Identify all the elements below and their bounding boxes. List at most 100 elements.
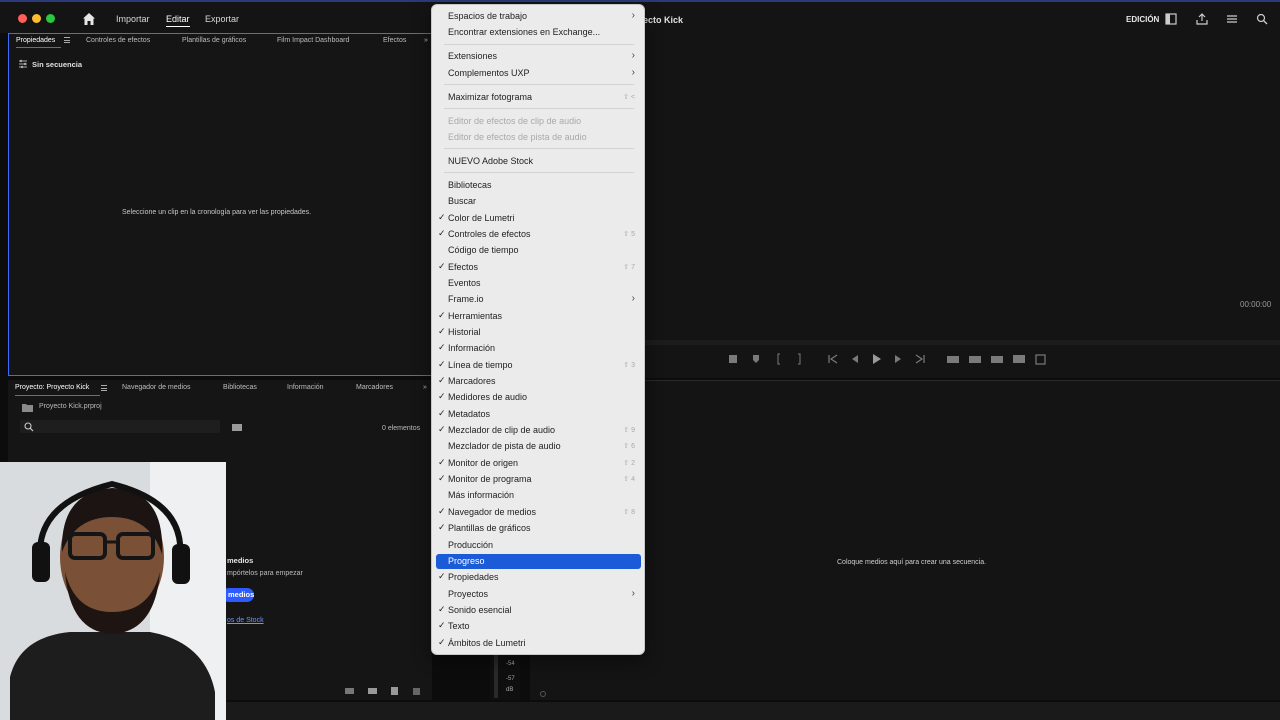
checkmark-icon: ✓ xyxy=(438,603,446,614)
project-tab-underline xyxy=(15,395,100,396)
minimize-window-icon[interactable] xyxy=(32,14,41,23)
menu-item-label: Código de tiempo xyxy=(448,245,519,256)
menu-item[interactable]: Complementos UXP › xyxy=(436,66,641,81)
menu-shortcut: ⇧ 8 xyxy=(623,508,635,516)
menu-item-label: Producción xyxy=(448,539,494,550)
tab-info[interactable]: Información xyxy=(287,384,324,391)
menu-shortcut: ⇧ 2 xyxy=(623,459,635,467)
menu-item[interactable]: ✓ Controles de efectos ⇧ 5 xyxy=(436,227,641,242)
menu-item[interactable]: Espacios de trabajo › xyxy=(436,9,641,24)
close-window-icon[interactable] xyxy=(18,14,27,23)
menu-item[interactable]: ✓ Metadatos xyxy=(436,407,641,422)
menu-item[interactable]: NUEVO Adobe Stock xyxy=(436,154,641,169)
menu-item-label: Metadatos xyxy=(448,408,491,419)
menu-lines-icon[interactable] xyxy=(1226,13,1238,25)
menu-item-label: Color de Lumetri xyxy=(448,212,515,223)
menu-item[interactable]: ✓ Navegador de medios ⇧ 8 xyxy=(436,505,641,520)
item-count: 0 elementos xyxy=(382,425,421,432)
tab-project[interactable]: Proyecto: Proyecto Kick xyxy=(15,384,89,391)
menu-item[interactable]: Maximizar fotograma ⇧ < xyxy=(436,90,641,105)
menu-item[interactable]: Bibliotecas xyxy=(436,178,641,193)
menu-item[interactable]: ✓ Monitor de programa ⇧ 4 xyxy=(436,472,641,487)
menu-item[interactable]: Más información xyxy=(436,488,641,503)
timeline-zoom-handle[interactable] xyxy=(540,691,546,697)
menu-item-label: NUEVO Adobe Stock xyxy=(448,155,534,166)
menu-item[interactable]: ✓ Ámbitos de Lumetri xyxy=(436,636,641,651)
panel-layout-icon[interactable] xyxy=(1165,13,1177,25)
project-more-tabs-icon[interactable]: » xyxy=(423,384,427,391)
menu-item-label: Línea de tiempo xyxy=(448,359,513,370)
search-input[interactable] xyxy=(20,420,220,433)
menu-item[interactable]: Extensiones › xyxy=(436,49,641,64)
menu-item[interactable]: Eventos xyxy=(436,276,641,291)
more-tabs-icon[interactable]: » xyxy=(424,37,428,44)
tab-effect-controls[interactable]: Controles de efectos xyxy=(86,37,150,44)
menu-item-label: Progreso xyxy=(448,555,485,566)
transport-controls[interactable] xyxy=(725,353,1055,365)
menu-item[interactable]: ✓ Monitor de origen ⇧ 2 xyxy=(436,456,641,471)
menu-item[interactable]: Buscar xyxy=(436,194,641,209)
tab-media-browser[interactable]: Navegador de medios xyxy=(122,384,191,391)
tab-markers[interactable]: Marcadores xyxy=(356,384,393,391)
checkmark-icon: ✓ xyxy=(438,260,446,271)
menu-item[interactable]: Producción xyxy=(436,538,641,553)
new-bin-icon[interactable] xyxy=(232,423,242,431)
menu-item[interactable]: ✓ Mezclador de clip de audio ⇧ 9 xyxy=(436,423,641,438)
menu-shortcut: ⇧ 3 xyxy=(623,361,635,369)
nav-export[interactable]: Exportar xyxy=(205,14,239,24)
submenu-arrow-icon: › xyxy=(631,50,635,62)
no-sequence-label: Sin secuencia xyxy=(32,60,83,69)
menu-item[interactable]: Mezclador de pista de audio ⇧ 6 xyxy=(436,439,641,454)
menu-item[interactable]: ✓ Medidores de audio xyxy=(436,390,641,405)
menu-item[interactable]: ✓ Plantillas de gráficos xyxy=(436,521,641,536)
tab-properties[interactable]: Propiedades xyxy=(16,37,55,44)
menu-item-label: Editor de efectos de pista de audio xyxy=(448,131,587,142)
nav-edit[interactable]: Editar xyxy=(166,14,190,27)
menu-item[interactable]: ✓ Herramientas xyxy=(436,309,641,324)
nav-import[interactable]: Importar xyxy=(116,14,150,24)
share-icon[interactable] xyxy=(1196,13,1208,25)
tab-film-impact[interactable]: Film Impact Dashboard xyxy=(277,37,349,44)
menu-item-label: Efectos xyxy=(448,261,479,272)
tab-effects[interactable]: Efectos xyxy=(383,37,406,44)
tab-libraries[interactable]: Bibliotecas xyxy=(223,384,257,391)
panel-menu-icon[interactable] xyxy=(64,37,70,43)
submenu-arrow-icon: › xyxy=(631,66,635,78)
submenu-arrow-icon: › xyxy=(631,293,635,305)
menu-item[interactable]: ✓ Historial xyxy=(436,325,641,340)
menu-item[interactable]: Frame.io › xyxy=(436,292,641,307)
stock-link[interactable]: os de Stock xyxy=(227,617,264,624)
menu-item[interactable]: Progreso xyxy=(436,553,641,569)
menu-item[interactable]: ✓ Marcadores xyxy=(436,374,641,389)
menu-item[interactable]: Código de tiempo xyxy=(436,243,641,258)
tab-graphics-templates[interactable]: Plantillas de gráficos xyxy=(182,37,246,44)
program-scrub-bar[interactable] xyxy=(645,340,1280,345)
menu-item[interactable]: Encontrar extensiones en Exchange... xyxy=(436,25,641,40)
menu-item[interactable]: ✓ Información xyxy=(436,341,641,356)
menu-shortcut: ⇧ < xyxy=(623,93,635,101)
menu-item[interactable]: ✓ Efectos ⇧ 7 xyxy=(436,260,641,275)
project-footer-icons[interactable] xyxy=(343,686,433,696)
menu-item[interactable]: ✓ Color de Lumetri xyxy=(436,211,641,226)
menu-separator xyxy=(444,43,634,45)
menu-item[interactable]: Proyectos › xyxy=(436,587,641,602)
workspace-label[interactable]: EDICIÓN xyxy=(1126,15,1159,24)
window-menu: Espacios de trabajo › Encontrar extensione… xyxy=(431,4,645,655)
zoom-window-icon[interactable] xyxy=(46,14,55,23)
menu-item[interactable]: ✓ Línea de tiempo ⇧ 3 xyxy=(436,358,641,373)
search-icon[interactable] xyxy=(1256,13,1268,25)
checkmark-icon: ✓ xyxy=(438,636,446,647)
checkmark-icon: ✓ xyxy=(438,227,446,238)
import-media-button[interactable]: medios xyxy=(222,588,254,602)
menu-item-label: Más información xyxy=(448,490,515,501)
menu-item-label: Mezclador de pista de audio xyxy=(448,441,561,452)
menu-item[interactable]: ✓ Texto xyxy=(436,619,641,634)
menu-item[interactable]: ✓ Sonido esencial xyxy=(436,603,641,618)
menu-separator xyxy=(444,148,634,150)
home-icon[interactable] xyxy=(82,12,96,26)
checkmark-icon: ✓ xyxy=(438,342,446,353)
project-panel-menu-icon[interactable] xyxy=(101,385,107,391)
sliders-icon xyxy=(19,59,27,69)
properties-hint: Seleccione un clip en la cronología para… xyxy=(122,209,312,216)
menu-item[interactable]: ✓ Propiedades xyxy=(436,570,641,585)
